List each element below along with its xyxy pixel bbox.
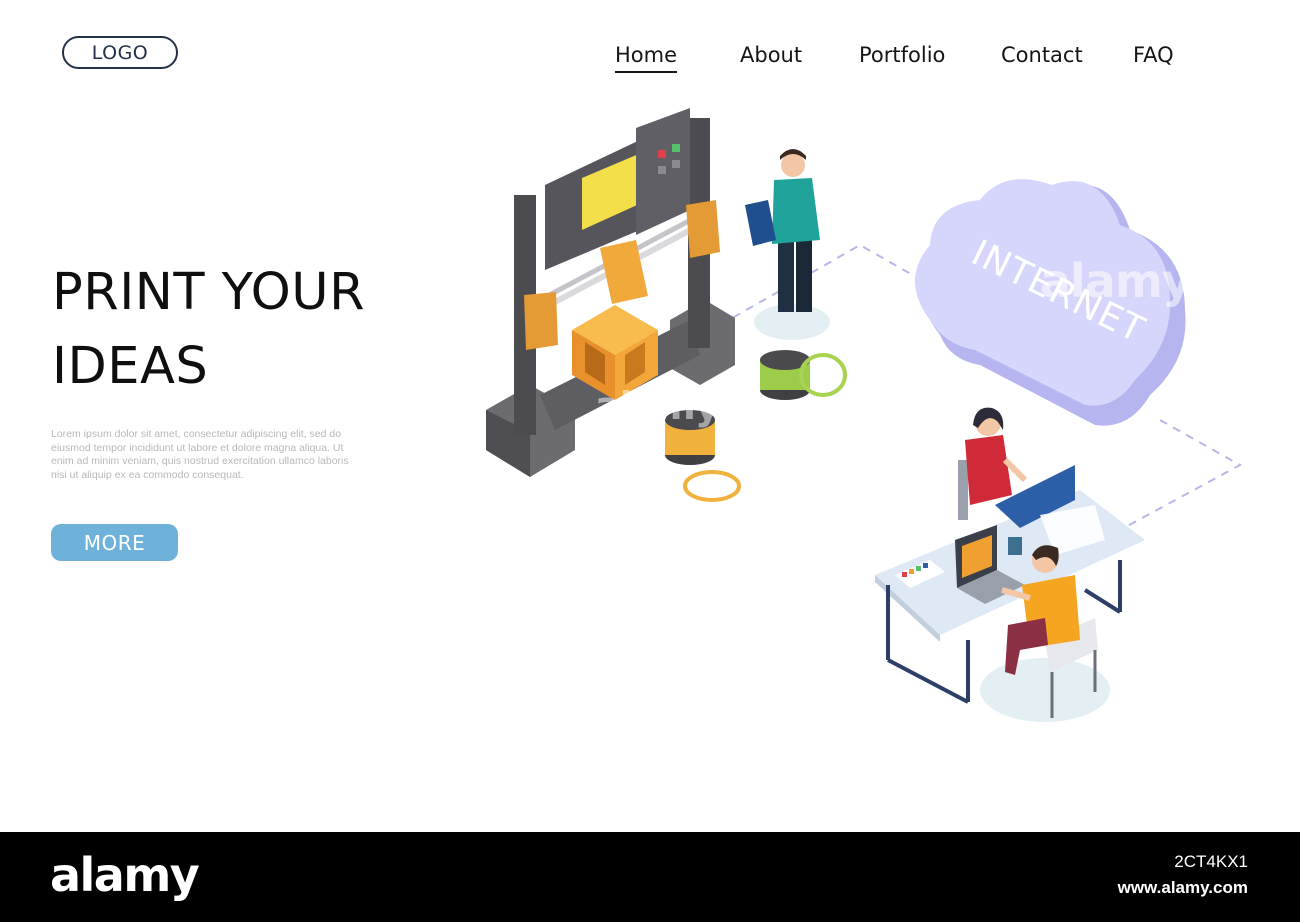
- more-button[interactable]: MORE: [51, 524, 178, 561]
- main-nav: Home About Portfolio Contact FAQ: [0, 40, 1300, 74]
- hero-title-line1: PRINT YOUR: [52, 263, 366, 322]
- nav-portfolio[interactable]: Portfolio: [859, 40, 945, 70]
- hero-title: PRINT YOUR IDEAS: [52, 256, 432, 404]
- hero-illustration: INTERNET: [486, 108, 1243, 722]
- footer-brand-logo: alamy: [50, 848, 200, 902]
- footer-image-id: 2CT4KX1: [1174, 852, 1248, 871]
- nav-contact[interactable]: Contact: [1001, 40, 1083, 70]
- nav-faq[interactable]: FAQ: [1133, 40, 1174, 70]
- watermark-cloud: alamy: [1040, 254, 1192, 308]
- hero-title-line2: IDEAS: [52, 337, 209, 396]
- footer-url[interactable]: www.alamy.com: [1118, 878, 1248, 898]
- nav-home[interactable]: Home: [615, 40, 678, 73]
- hero-body-text: Lorem ipsum dolor sit amet, consectetur …: [51, 428, 349, 481]
- watermark-printer: alamy: [595, 384, 720, 428]
- nav-about[interactable]: About: [740, 40, 802, 70]
- standing-person: [745, 149, 830, 340]
